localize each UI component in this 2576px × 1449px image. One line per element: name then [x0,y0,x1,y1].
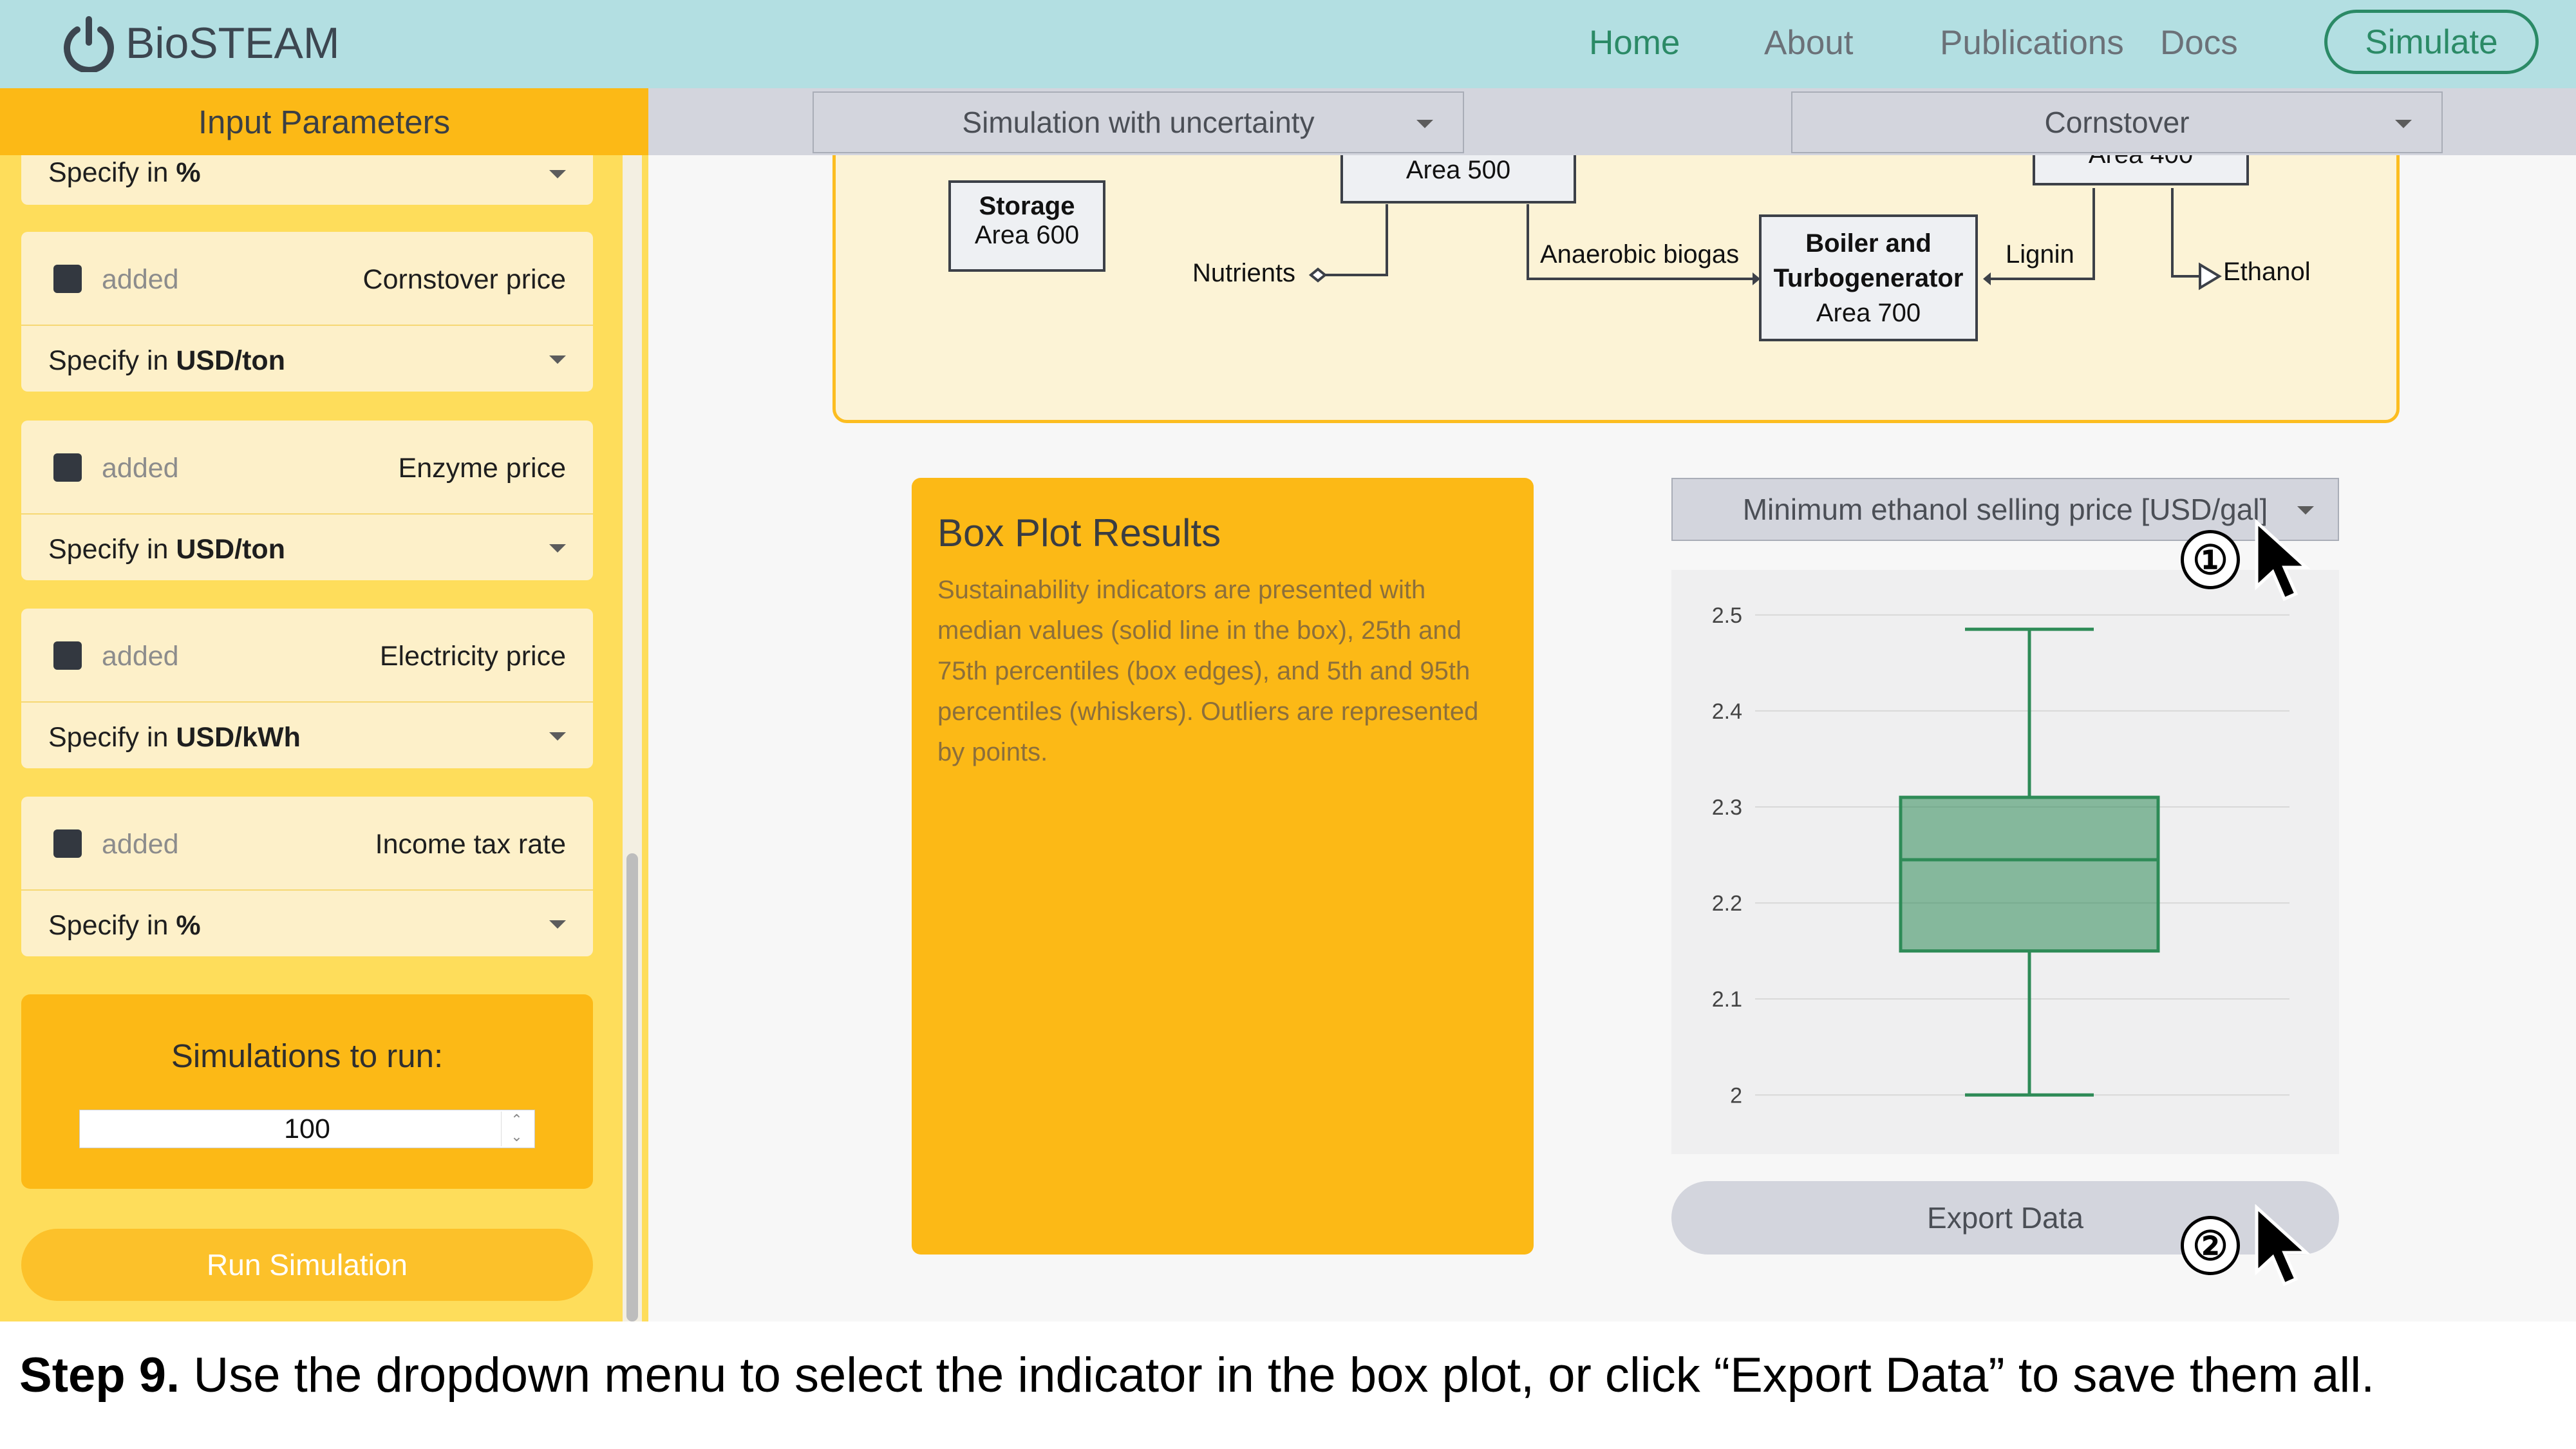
sidebar-scrollbar-thumb[interactable] [626,853,638,1321]
caret-down-icon [2395,120,2412,128]
param-row: added Electricity price [21,609,593,703]
sidebar-header: Input Parameters [0,88,648,155]
simulations-label: Simulations to run: [171,1037,444,1074]
dropdown-value: Simulation with uncertainty [962,106,1315,139]
spec-text: Specify in % [48,910,201,941]
param-checkbox[interactable] [53,829,82,858]
caret-down-icon [2297,506,2314,515]
nutrients-label: Nutrients [1192,259,1296,287]
nav-publications-link[interactable]: Publications [1940,23,2124,62]
y-tick-label: 2.5 [1712,603,1742,628]
caret-down-icon [549,170,566,178]
param-card-income-tax: added Income tax rate Specify in % [21,797,593,956]
status-label: added [102,641,179,672]
status-label: added [102,829,179,860]
lignin-label: Lignin [2006,240,2074,269]
indicator-dropdown[interactable]: Minimum ethanol selling price [USD/gal] [1671,478,2339,541]
spec-text: Specify in USD/ton [48,534,285,565]
step-number: Step 9. [19,1348,180,1403]
box-plot-area[interactable]: 2 2.1 2.2 2.3 2.4 2.5 [1671,570,2339,1154]
param-card-enzyme: added Enzyme price Specify in USD/ton [21,421,593,580]
y-tick-label: 2 [1730,1083,1742,1108]
param-card-electricity: added Electricity price Specify in USD/k… [21,609,593,768]
param-row: added Enzyme price [21,421,593,515]
ethanol-label: Ethanol [2223,258,2311,286]
status-label: added [102,264,179,295]
param-checkbox[interactable] [53,453,82,482]
caret-down-icon [549,920,566,929]
dropdown-value: Cornstover [2044,106,2190,139]
brand-name[interactable]: BioSTEAM [126,18,340,68]
run-simulation-button[interactable]: Run Simulation [21,1229,593,1301]
param-card-cornstover: added Cornstover price Specify in USD/to… [21,232,593,392]
box-plot-svg: 2 2.1 2.2 2.3 2.4 2.5 [1712,603,2289,1108]
step-2-marker: ② [2181,1216,2240,1275]
step-text: Use the dropdown menu to select the indi… [180,1348,2375,1403]
param-name: Income tax rate [375,829,566,860]
param-name: Enzyme price [398,453,566,484]
caret-down-icon [1416,120,1433,128]
param-checkbox[interactable] [53,641,82,670]
spec-text: Specify in % [48,157,201,188]
param-row: added Income tax rate [21,797,593,891]
nav-about-link[interactable]: About [1764,23,1854,62]
results-description: Sustainability indicators are presented … [937,576,1479,766]
dropdown-value: Minimum ethanol selling price [USD/gal] [1742,493,2268,526]
caret-down-icon [549,544,566,553]
caret-down-icon [549,732,566,741]
param-checkbox[interactable] [53,265,82,293]
y-tick-label: 2.2 [1712,891,1742,916]
unit-select-top[interactable]: Specify in % [21,148,593,205]
biogas-label: Anaerobic biogas [1540,240,1740,269]
feedstock-dropdown[interactable]: Cornstover [1791,91,2443,153]
spec-text: Specify in USD/ton [48,345,285,376]
y-tick-label: 2.1 [1712,987,1742,1012]
y-tick-label: 2.3 [1712,795,1742,820]
cursor-arrow-icon [2253,518,2318,606]
unit-select[interactable]: Specify in USD/ton [21,327,593,392]
y-tick-label: 2.4 [1712,699,1742,724]
simulate-button[interactable]: Simulate [2324,10,2539,74]
param-name: Electricity price [379,641,566,672]
number-spinner-icon[interactable]: ⌃ ⌄ [501,1112,532,1146]
step-1-marker: ① [2181,530,2240,589]
step-caption: Step 9. Use the dropdown menu to select … [19,1347,2374,1403]
unit-select[interactable]: Specify in % [21,892,593,956]
unit-select[interactable]: Specify in USD/ton [21,516,593,580]
nav-home-link[interactable]: Home [1589,23,1680,62]
power-logo-icon[interactable] [59,15,118,73]
results-title: Box Plot Results [937,511,1221,554]
param-name: Cornstover price [362,264,566,295]
cursor-arrow-icon [2253,1204,2318,1291]
simulation-mode-dropdown[interactable]: Simulation with uncertainty [813,91,1464,153]
param-row: added Cornstover price [21,232,593,326]
simulations-panel [21,994,593,1189]
iqr-box [1899,795,2160,953]
simulations-count-input[interactable]: 100 [79,1110,535,1148]
unit-select[interactable]: Specify in USD/kWh [21,704,593,768]
status-label: added [102,453,179,484]
nav-docs-link[interactable]: Docs [2160,23,2238,62]
spec-text: Specify in USD/kWh [48,722,301,753]
caret-down-icon [549,355,566,364]
